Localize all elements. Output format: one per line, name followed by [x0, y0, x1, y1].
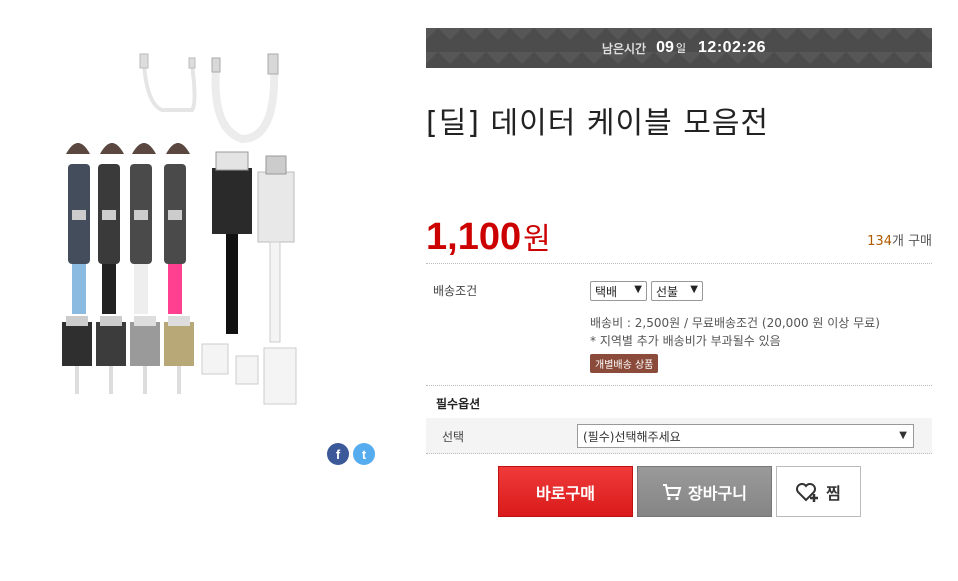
- required-options-title: 필수옵션: [436, 397, 481, 411]
- shipping-label: 배송조건: [433, 284, 478, 298]
- shipping-info: 배송비 : 2,500원 / 무료배송조건 (20,000 원 이상 무료) *…: [590, 314, 880, 350]
- shipping-method-select[interactable]: 택배 ▼: [590, 281, 647, 301]
- price: 1,100원: [426, 214, 551, 259]
- product-title: [딜] 데이터 케이블 모음전: [426, 106, 770, 141]
- option-select[interactable]: (필수)선택해주세요 ▼: [577, 424, 914, 448]
- price-number: 1,100: [426, 216, 522, 258]
- purchase-count: 134개 구매: [867, 230, 932, 249]
- timer-time: 12:02:26: [698, 39, 767, 56]
- timer-days: 09: [656, 39, 674, 56]
- action-buttons: 바로구매 장바구니 찜: [498, 466, 861, 517]
- share-buttons: f t: [327, 443, 375, 465]
- chevron-down-icon: ▼: [899, 430, 907, 441]
- shipping-fee-text: 배송비 : 2,500원 / 무료배송조건 (20,000 원 이상 무료): [590, 316, 880, 330]
- purchase-count-number: 134: [867, 234, 892, 249]
- timer-label: 남은시간: [601, 41, 647, 56]
- wishlist-label: 찜: [826, 483, 841, 503]
- shipping-method-value: 택배: [595, 284, 618, 299]
- twitter-icon[interactable]: t: [353, 443, 375, 465]
- cart-icon: [663, 483, 682, 500]
- add-to-cart-label: 장바구니: [688, 483, 747, 503]
- option-row: 선택 (필수)선택해주세요 ▼: [426, 418, 932, 454]
- price-row: 1,100원 134개 구매: [426, 214, 932, 264]
- option-label: 선택: [442, 430, 465, 444]
- shipping-payment-select[interactable]: 선불 ▼: [651, 281, 703, 301]
- shipping-section: 배송조건 택배 ▼ 선불 ▼ 배송비 : 2,500원 / 무료배송조건 (20…: [426, 264, 932, 386]
- product-info-panel: 남은시간 09 일 12:02:26 [딜] 데이터 케이블 모음전 1,100…: [426, 28, 932, 517]
- option-select-value: (필수)선택해주세요: [583, 429, 681, 444]
- wishlist-button[interactable]: 찜: [776, 466, 861, 517]
- purchase-count-suffix: 개 구매: [891, 234, 932, 249]
- countdown-bar: 남은시간 09 일 12:02:26: [426, 28, 932, 68]
- buy-now-label: 바로구매: [536, 483, 595, 503]
- buy-now-button[interactable]: 바로구매: [498, 466, 633, 517]
- add-to-cart-button[interactable]: 장바구니: [637, 466, 772, 517]
- chevron-down-icon: ▼: [690, 284, 698, 295]
- shipping-badge: 개별배송 상품: [590, 354, 659, 373]
- shipping-payment-value: 선불: [656, 284, 679, 299]
- shipping-note: * 지역별 추가 배송비가 부과될수 있음: [590, 334, 781, 348]
- heart-plus-icon: [796, 482, 819, 502]
- timer-days-unit: 일: [675, 42, 687, 55]
- product-image: [52, 44, 312, 414]
- price-unit: 원: [523, 222, 551, 257]
- chevron-down-icon: ▼: [634, 284, 642, 295]
- facebook-icon[interactable]: f: [327, 443, 349, 465]
